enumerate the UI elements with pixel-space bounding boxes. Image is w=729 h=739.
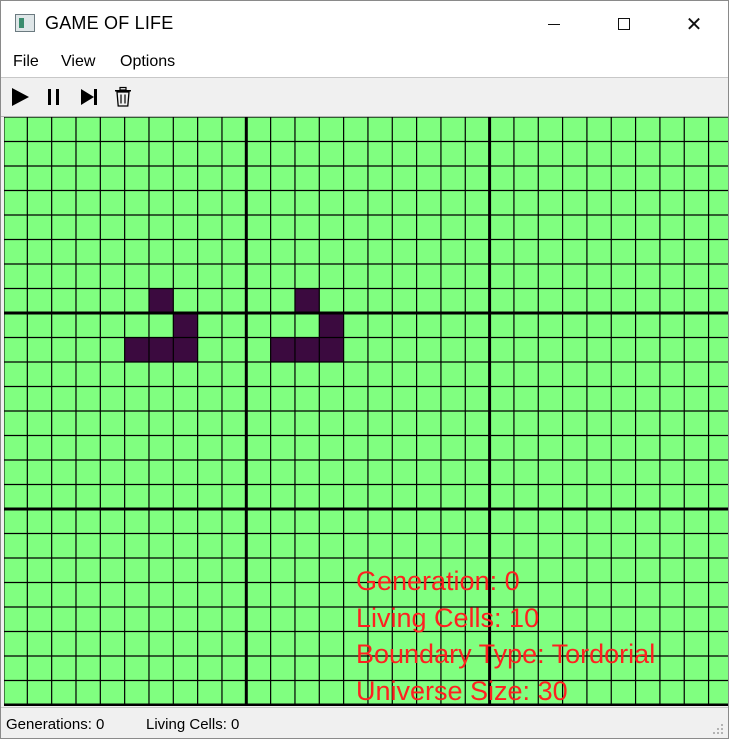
minimize-icon	[548, 23, 560, 25]
live-cell[interactable]	[148, 288, 174, 314]
hud-living-cells: Living Cells: 10	[356, 602, 540, 633]
live-cell[interactable]	[148, 337, 174, 363]
status-bar: Generations: 0 Living Cells: 0	[1, 707, 728, 738]
status-living-cells: Living Cells: 0	[146, 716, 240, 733]
pause-button[interactable]	[43, 86, 65, 108]
title-bar[interactable]: GAME OF LIFE ✕	[1, 1, 728, 47]
menu-bar: File View Options	[1, 47, 728, 78]
play-icon	[12, 88, 29, 106]
live-cell[interactable]	[124, 337, 149, 363]
live-cell[interactable]	[319, 313, 344, 338]
minimize-button[interactable]	[519, 1, 589, 47]
live-cell[interactable]	[319, 337, 344, 363]
menu-options[interactable]: Options	[120, 53, 175, 71]
menu-file[interactable]: File	[13, 53, 39, 71]
hud-generation: Generation: 0	[356, 566, 520, 596]
trash-icon	[115, 86, 131, 107]
hud-universe-size: Universe Size: 30	[356, 675, 568, 706]
maximize-button[interactable]	[589, 1, 659, 47]
live-cell[interactable]	[294, 288, 320, 314]
clear-button[interactable]	[112, 86, 134, 108]
close-button[interactable]: ✕	[659, 1, 728, 47]
window-title: GAME OF LIFE	[45, 13, 174, 33]
menu-view[interactable]: View	[61, 53, 95, 71]
app-window: GAME OF LIFE ✕ File View Options Generat…	[0, 0, 729, 739]
live-cell[interactable]	[173, 337, 198, 363]
live-cell[interactable]	[173, 313, 198, 338]
app-window-icon	[15, 14, 35, 32]
status-generations: Generations: 0	[6, 716, 105, 733]
maximize-icon	[618, 18, 630, 30]
pause-icon	[48, 89, 59, 105]
close-icon: ✕	[685, 12, 703, 36]
stats-overlay: Generation: 0 Living Cells: 10 Boundary …	[356, 563, 655, 706]
resize-grip-icon[interactable]	[712, 723, 724, 735]
play-button[interactable]	[9, 86, 31, 108]
step-next-icon	[81, 89, 97, 105]
live-cell[interactable]	[294, 337, 320, 363]
step-next-button[interactable]	[78, 86, 100, 108]
toolbar	[1, 78, 728, 117]
universe-grid[interactable]: Generation: 0 Living Cells: 10 Boundary …	[4, 117, 728, 706]
hud-boundary-type: Boundary Type: Tordorial	[356, 639, 656, 669]
live-cell[interactable]	[270, 337, 295, 363]
